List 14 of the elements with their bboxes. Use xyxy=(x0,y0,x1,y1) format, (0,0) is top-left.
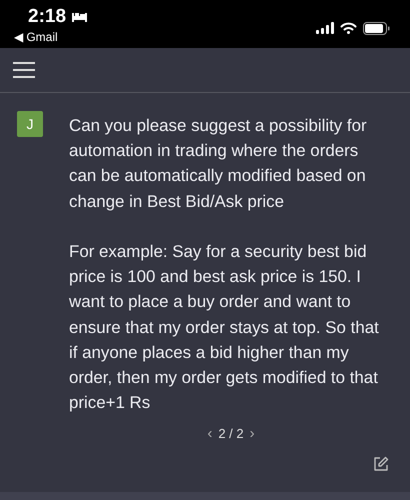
menu-icon[interactable] xyxy=(13,62,35,78)
battery-icon xyxy=(363,22,390,34)
user-avatar: J xyxy=(17,111,43,137)
message-paragraph: Can you please suggest a possibility for automation in trading where the orders can be automatically modified based on change in Best Bid/Ask price xyxy=(69,115,368,213)
previous-button[interactable]: ‹ xyxy=(207,425,212,442)
bed-icon xyxy=(71,12,88,22)
edit-icon[interactable] xyxy=(373,456,389,472)
page-counter: 2 / 2 xyxy=(218,426,244,442)
message-paragraph: For example: Say for a security best bid price is 100 and best ask price is 150. I want to place a buy order and want to ensure that my order stays at top. So that if anyone places a bid higher than my order, then my order gets modified to that price+1 Rs xyxy=(69,241,380,414)
clock-time: 2:18 xyxy=(28,6,66,28)
wifi-icon xyxy=(340,22,357,34)
next-button[interactable]: › xyxy=(250,425,255,442)
back-link[interactable]: ◀ Gmail xyxy=(14,30,88,44)
signal-icon xyxy=(316,22,334,34)
